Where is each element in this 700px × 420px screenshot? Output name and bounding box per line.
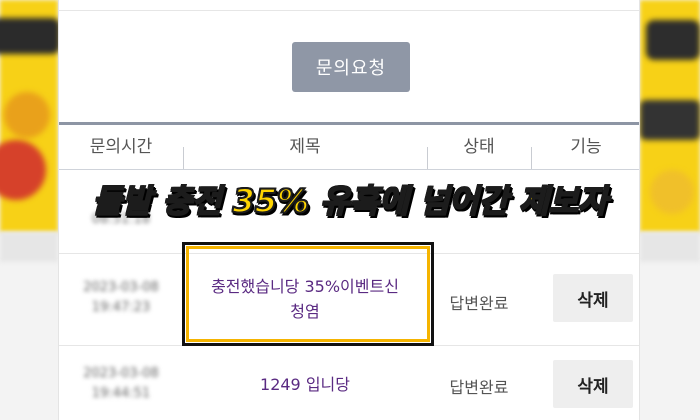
highlight-box xyxy=(182,242,434,346)
delete-button[interactable]: 삭제 xyxy=(553,360,633,408)
row-date-value: 2023-03-08 xyxy=(83,280,159,295)
column-separator xyxy=(531,147,532,169)
row-date: 2023-03-08 19:44:51 xyxy=(59,364,183,404)
row-date-value: 2023-03-08 xyxy=(83,366,159,381)
headline-text: 넘어간 제보자 xyxy=(408,181,609,221)
right-banner-blur-shape xyxy=(646,20,700,60)
left-banner-blur-shape xyxy=(4,92,50,138)
divider xyxy=(59,10,639,11)
header-title: 제목 xyxy=(289,137,321,157)
column-separator xyxy=(183,147,184,169)
row-date: 2023-03-08 19:47:23 xyxy=(59,278,183,318)
headline-accent-text: 에 xyxy=(378,181,409,221)
header-status: 상태 xyxy=(463,137,495,157)
row-status: 답변완료 xyxy=(449,378,509,397)
right-banner-blur-shape xyxy=(640,100,700,140)
row-status: 답변완료 xyxy=(449,294,509,313)
header-function: 기능 xyxy=(570,137,602,157)
headline-caption: 돌발 충전 35% 유혹에 넘어간 제보자 xyxy=(0,178,700,224)
delete-button[interactable]: 삭제 xyxy=(553,274,633,322)
header-inquiry-time: 문의시간 xyxy=(89,137,153,157)
right-banner-bottom xyxy=(640,232,700,262)
row-time-value: 19:47:23 xyxy=(91,300,151,315)
left-banner-bottom xyxy=(0,232,58,262)
table-header: 문의시간 제목 상태 기능 xyxy=(59,122,639,170)
row-title-link[interactable]: 1249 입니당 xyxy=(183,372,427,397)
column-separator xyxy=(427,147,428,169)
row-time-value: 19:44:51 xyxy=(91,386,151,401)
inquiry-request-button[interactable]: 문의요청 xyxy=(292,42,410,92)
headline-text: 돌발 충전 35% 유혹 xyxy=(91,181,380,221)
table-row: 2023-03-08 19:44:51 1249 입니당 답변완료 삭제 xyxy=(59,346,639,420)
left-banner-blur-shape xyxy=(0,18,58,54)
